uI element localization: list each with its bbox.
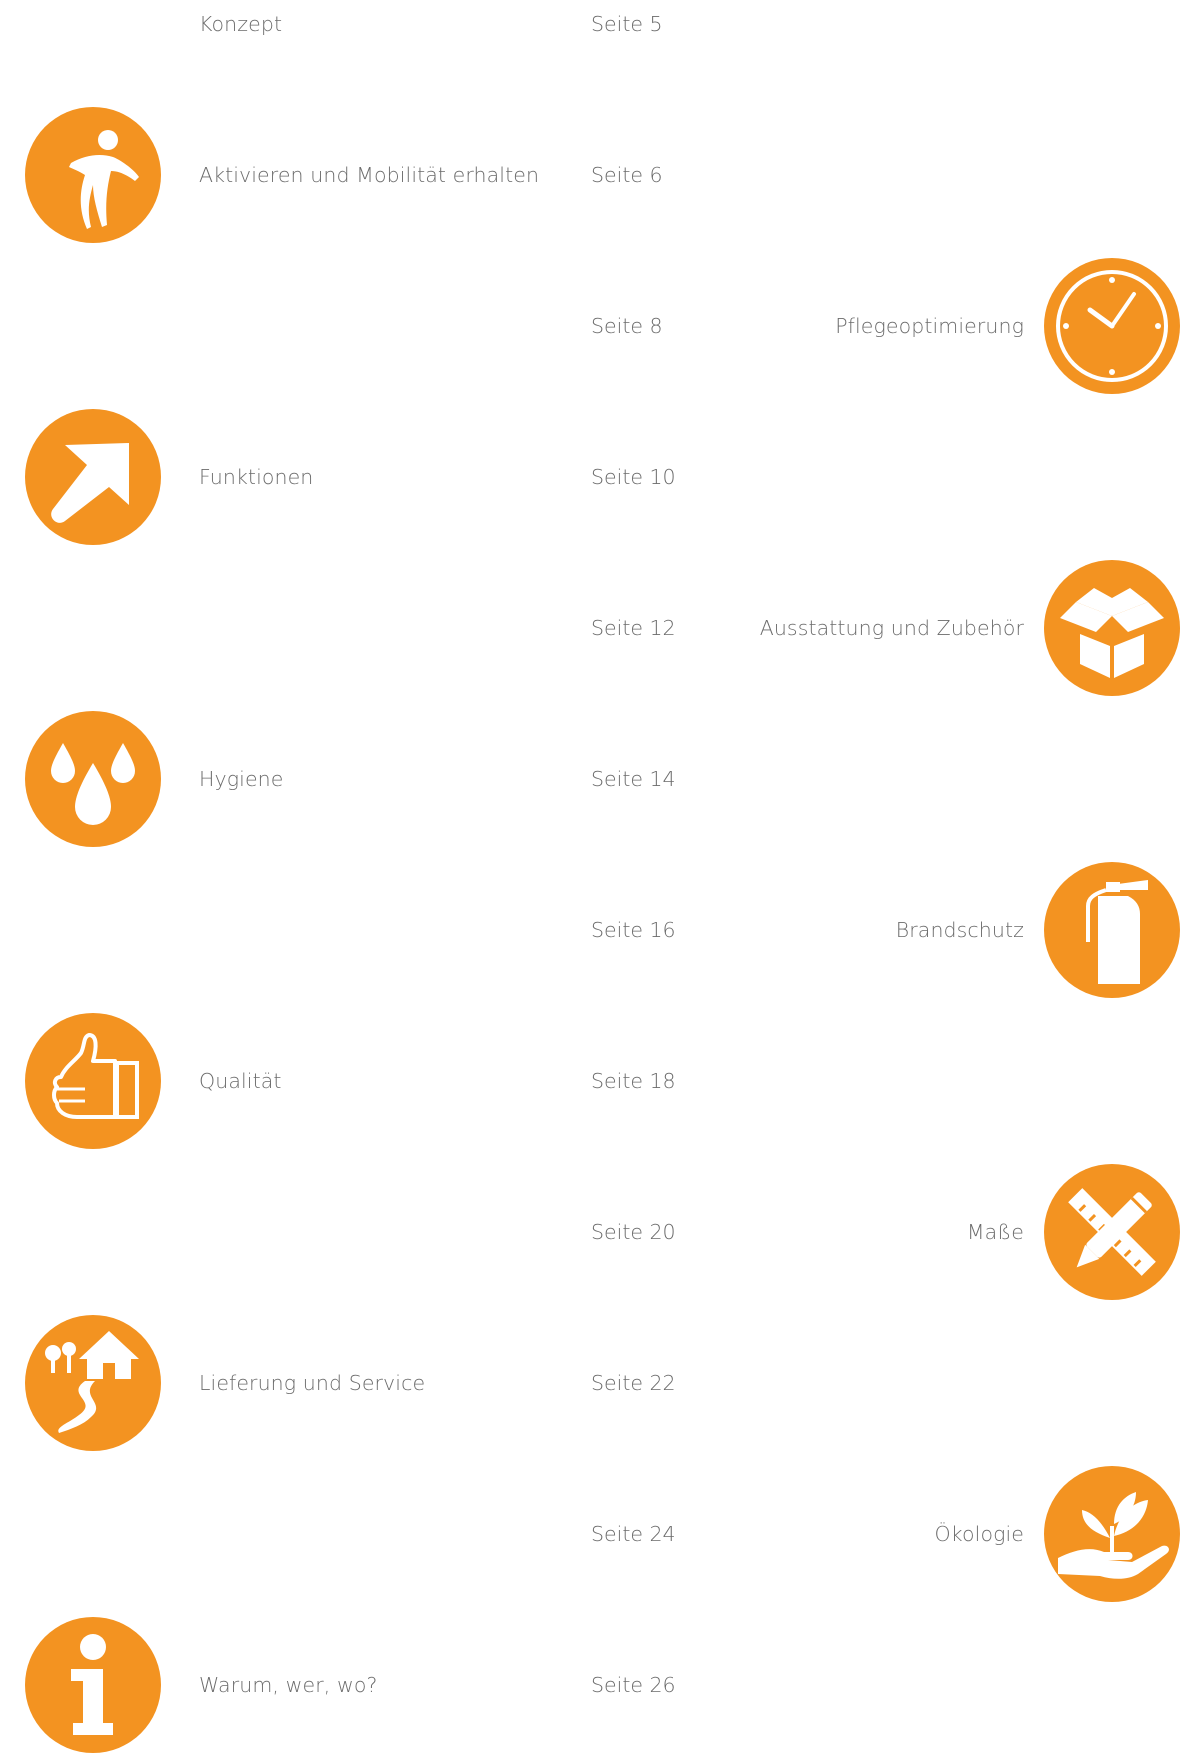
toc-entry-funktionen[interactable]: Funktionen Seite 10	[0, 409, 1192, 545]
fire-extinguisher-icon	[1044, 862, 1180, 998]
toc-entry-page: Seite 14	[591, 767, 676, 791]
toc-entry-page: Seite 18	[591, 1069, 676, 1093]
toc-entry-label: Brandschutz	[895, 918, 1024, 942]
toc-entry-label: Lieferung und Service	[199, 1371, 426, 1395]
toc-entry-page: Seite 20	[591, 1220, 676, 1244]
toc-entry-warum[interactable]: Warum, wer, wo? Seite 26	[0, 1617, 1192, 1753]
toc-entry-masse[interactable]: Seite 20 Maße	[0, 1164, 1192, 1300]
toc-entry-oekologie[interactable]: Seite 24 Ökologie	[0, 1466, 1192, 1602]
ruler-pencil-icon	[1044, 1164, 1180, 1300]
arrow-up-right-icon	[25, 409, 161, 545]
toc-entry-page: Seite 26	[591, 1673, 676, 1697]
table-of-contents: Konzept Seite 5 Aktivieren und Mobilität…	[0, 0, 1192, 1764]
toc-entry-label: Funktionen	[199, 465, 314, 489]
info-icon	[25, 1617, 161, 1753]
water-drops-icon	[25, 711, 161, 847]
toc-entry-lieferung[interactable]: Lieferung und Service Seite 22	[0, 1315, 1192, 1451]
toc-entry-label: Pflegeoptimierung	[835, 314, 1024, 338]
toc-entry-label: Qualität	[199, 1069, 282, 1093]
toc-entry-page: Seite 24	[591, 1522, 676, 1546]
box-icon	[1044, 560, 1180, 696]
house-road-icon	[25, 1315, 161, 1451]
toc-entry-label: Aktivieren und Mobilität erhalten	[199, 163, 540, 187]
toc-entry-pflegeoptimierung[interactable]: Seite 8 Pflegeoptimierung	[0, 258, 1192, 394]
toc-entry-hygiene[interactable]: Hygiene Seite 14	[0, 711, 1192, 847]
toc-entry-konzept[interactable]: Konzept Seite 5	[0, 0, 1192, 92]
toc-entry-page: Seite 16	[591, 918, 676, 942]
running-person-icon	[25, 107, 161, 243]
toc-entry-label: Konzept	[199, 12, 283, 36]
toc-entry-page: Seite 10	[591, 465, 676, 489]
toc-entry-aktivieren[interactable]: Aktivieren und Mobilität erhalten Seite …	[0, 107, 1192, 243]
toc-entry-qualitaet[interactable]: Qualität Seite 18	[0, 1013, 1192, 1149]
toc-entry-label: Hygiene	[199, 767, 284, 791]
toc-entry-page: Seite 8	[591, 314, 663, 338]
toc-entry-page: Seite 6	[591, 163, 663, 187]
thumbs-up-icon	[25, 1013, 161, 1149]
toc-entry-label: Ausstattung und Zubehör	[759, 616, 1024, 640]
toc-entry-ausstattung[interactable]: Seite 12 Ausstattung und Zubehör	[0, 560, 1192, 696]
toc-entry-label: Maße	[966, 1220, 1024, 1244]
clock-icon	[1044, 258, 1180, 394]
toc-entry-page: Seite 5	[591, 12, 663, 36]
toc-entry-brandschutz[interactable]: Seite 16 Brandschutz	[0, 862, 1192, 998]
toc-entry-label: Ökologie	[934, 1522, 1024, 1546]
toc-entry-page: Seite 12	[591, 616, 676, 640]
toc-entry-label: Warum, wer, wo?	[199, 1673, 378, 1697]
plant-hand-icon	[1044, 1466, 1180, 1602]
toc-entry-page: Seite 22	[591, 1371, 676, 1395]
